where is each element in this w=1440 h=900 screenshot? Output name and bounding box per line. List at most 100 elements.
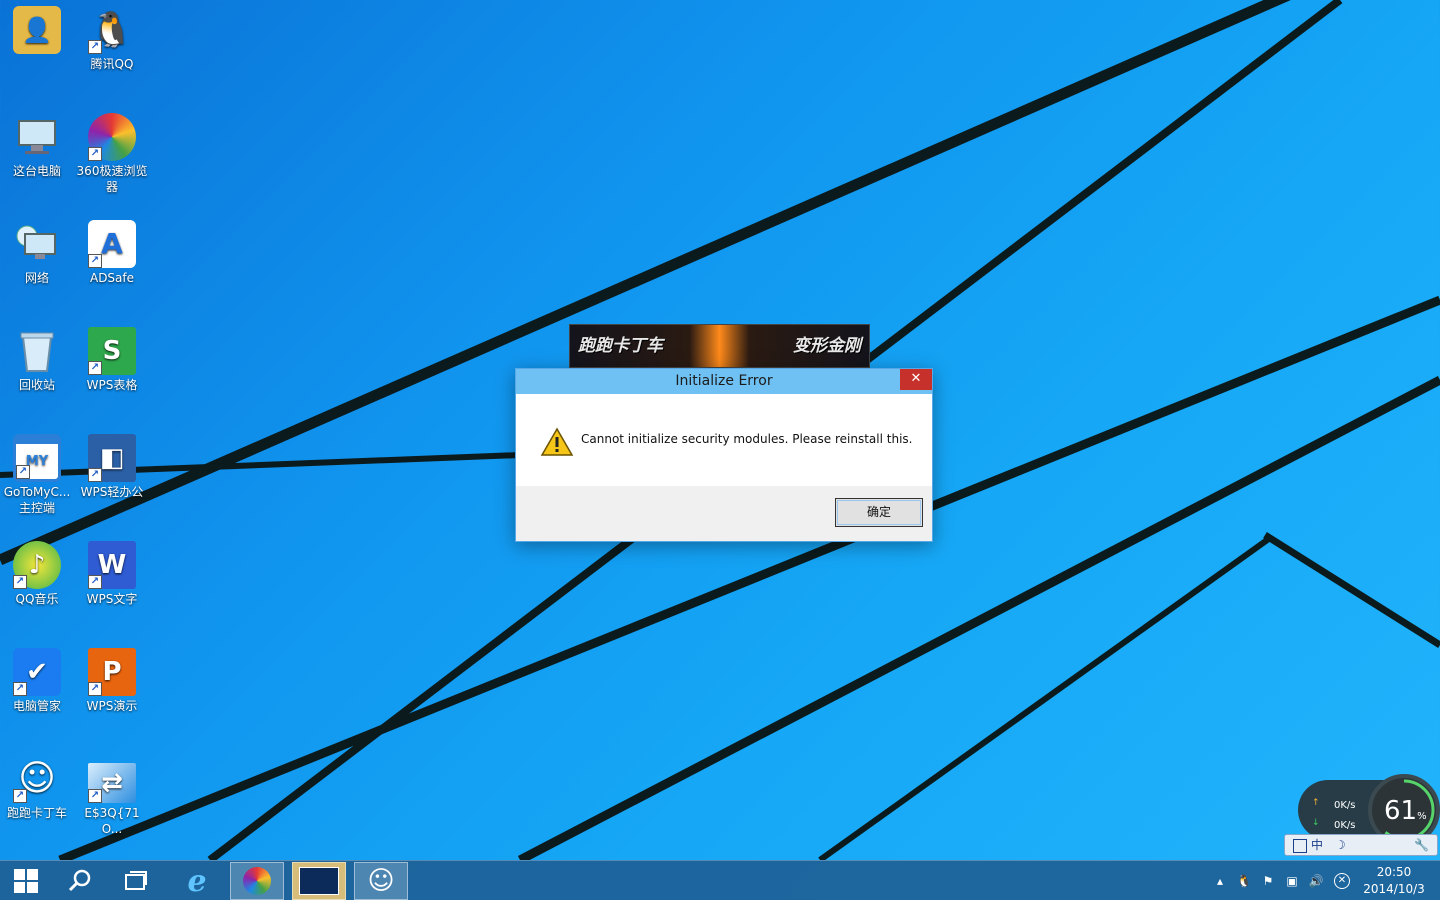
- shortcut-arrow-icon: ↗: [88, 254, 102, 268]
- desktop-icon-qq[interactable]: 🐧 ↗ 腾讯QQ: [75, 6, 149, 72]
- desktop-icon-adsafe[interactable]: A ↗ ADSafe: [75, 220, 149, 286]
- desktop-icon-label: 网络: [24, 271, 49, 285]
- taskbar-app-window[interactable]: [292, 862, 346, 900]
- shortcut-arrow-icon: ↗: [13, 789, 27, 803]
- desktop-icon-label: QQ音乐: [15, 592, 59, 606]
- network-icon: [13, 220, 61, 268]
- shortcut-arrow-icon: ↗: [13, 575, 27, 589]
- desktop-icon-wps-presentation[interactable]: P ↗ WPS演示: [75, 648, 149, 714]
- close-circle-icon[interactable]: ✕: [1334, 873, 1350, 889]
- game-splash-banner: 跑跑卡丁车 变形金刚: [569, 324, 870, 368]
- download-arrow-icon: ↓: [1312, 818, 1320, 828]
- gotomycloud-icon: MY ↗: [13, 434, 61, 482]
- splash-right-title: 变形金刚: [793, 336, 861, 356]
- adsafe-shield-icon: A ↗: [88, 220, 136, 268]
- desktop-icon-label: 腾讯QQ: [90, 57, 134, 71]
- volume-icon[interactable]: 🔊: [1308, 873, 1324, 889]
- desktop-icon-remote-file[interactable]: ⇄ ↗ E$3Q{71O...: [75, 755, 149, 837]
- shortcut-arrow-icon: ↗: [88, 40, 102, 54]
- download-rate: 0K/s: [1334, 820, 1356, 831]
- desktop-icon-label: WPS轻办公: [80, 485, 144, 499]
- shortcut-arrow-icon: ↗: [88, 147, 102, 161]
- desktop-icon-this-pc[interactable]: 这台电脑: [0, 113, 74, 179]
- dialog-title: Initialize Error: [675, 373, 773, 389]
- qq-tray-icon[interactable]: 🐧: [1236, 873, 1252, 889]
- network-tray-icon[interactable]: ▣: [1284, 873, 1300, 889]
- desktop-icon-label: 电脑管家: [12, 699, 61, 713]
- memory-percent: 61%: [1384, 796, 1427, 826]
- shortcut-arrow-icon: ↗: [88, 468, 102, 482]
- windows-logo-icon: [14, 869, 38, 893]
- desktop-icon-kartrider[interactable]: ☺ ↗ 跑跑卡丁车: [0, 755, 74, 821]
- memory-percent-unit: %: [1417, 811, 1427, 822]
- action-center-flag-icon[interactable]: ⚑: [1260, 873, 1276, 889]
- search-icon: [68, 869, 91, 892]
- desktop-icon-label: WPS文字: [86, 592, 138, 606]
- ok-button[interactable]: 确定: [835, 498, 923, 527]
- desktop-icon-network[interactable]: 网络: [0, 220, 74, 286]
- show-hidden-icons-chevron-icon[interactable]: ▴: [1212, 873, 1228, 889]
- desktop-icon-wps-office-lite[interactable]: ◧ ↗ WPS轻办公: [75, 434, 149, 500]
- ime-logo-icon: [1293, 838, 1307, 853]
- desktop-icon-360-browser[interactable]: ↗ 360极速浏览器: [75, 113, 149, 195]
- taskbar-clock[interactable]: 20:50 2014/10/3: [1362, 864, 1426, 898]
- ime-mode-label: 中: [1311, 838, 1324, 852]
- wps-office-lite-icon: ◧ ↗: [88, 434, 136, 482]
- desktop-icon-gotomycloud[interactable]: MY ↗ GoToMyC... 主控端: [0, 434, 74, 516]
- recycle-bin-icon: [13, 327, 61, 375]
- desktop-icon-label: E$3Q{71O...: [84, 806, 140, 836]
- internet-explorer-button[interactable]: e: [176, 861, 218, 900]
- error-dialog: Initialize Error ✕ Cannot initialize sec…: [515, 368, 933, 542]
- memory-percent-value: 61: [1384, 796, 1418, 826]
- shortcut-arrow-icon: ↗: [88, 361, 102, 375]
- search-button[interactable]: [60, 861, 100, 900]
- ime-toolbar[interactable]: 中 ☽ 🔧: [1284, 834, 1438, 856]
- upload-rate: 0K/s: [1334, 800, 1356, 811]
- dialog-close-button[interactable]: ✕: [900, 369, 932, 390]
- desktop-icon-user-folder[interactable]: 👤: [0, 6, 74, 56]
- computer-icon: [13, 113, 61, 161]
- pc-manager-shield-icon: ✔ ↗: [13, 648, 61, 696]
- dialog-footer: 确定: [516, 486, 932, 541]
- taskbar: e ☺ ▴ 🐧 ⚑ ▣ 🔊 ✕ 20:50 2014/10/3: [0, 860, 1440, 900]
- dialog-message: Cannot initialize security modules. Plea…: [581, 432, 913, 446]
- desktop-icon-label: WPS表格: [86, 378, 138, 392]
- desktop-icon-pc-manager[interactable]: ✔ ↗ 电脑管家: [0, 648, 74, 714]
- taskbar-app-360-browser[interactable]: [230, 862, 284, 900]
- desktop-icon-label: 跑跑卡丁车: [6, 806, 67, 820]
- qq-music-icon: ♪ ↗: [13, 541, 61, 589]
- clock-time: 20:50: [1376, 865, 1412, 879]
- ime-wrench-icon: 🔧: [1414, 838, 1429, 852]
- desktop-icon-recycle-bin[interactable]: 回收站: [0, 327, 74, 393]
- qq-penguin-icon: 🐧 ↗: [88, 6, 136, 54]
- start-button[interactable]: [6, 861, 46, 900]
- 360-browser-icon: [243, 867, 271, 895]
- network-speed-widget[interactable]: ↑ ↓ 0K/s 0K/s 61%: [1298, 774, 1440, 846]
- system-tray: ▴ 🐧 ⚑ ▣ 🔊 ✕ 20:50 2014/10/3: [1200, 861, 1440, 900]
- 360-browser-icon: ↗: [88, 113, 136, 161]
- upload-arrow-icon: ↑: [1312, 798, 1320, 808]
- desktop-icon-label: ADSafe: [89, 271, 135, 285]
- dialog-body: Cannot initialize security modules. Plea…: [516, 394, 932, 486]
- task-view-button[interactable]: [116, 861, 156, 900]
- desktop-icon-label: 360极速浏览器: [76, 164, 148, 194]
- user-folder-icon: 👤: [13, 6, 61, 54]
- shortcut-arrow-icon: ↗: [16, 465, 30, 479]
- shortcut-arrow-icon: ↗: [88, 789, 102, 803]
- clock-date: 2014/10/3: [1363, 882, 1425, 896]
- shortcut-arrow-icon: ↗: [88, 575, 102, 589]
- desktop-icon-label: 这台电脑: [12, 164, 61, 178]
- splash-left-title: 跑跑卡丁车: [578, 336, 663, 356]
- desktop-icon-wps-spreadsheet[interactable]: S ↗ WPS表格: [75, 327, 149, 393]
- taskbar-app-kartrider[interactable]: ☺: [354, 862, 408, 900]
- kartrider-icon: ☺: [367, 866, 395, 896]
- desktop-icon-label: WPS演示: [86, 699, 138, 713]
- wps-spreadsheet-icon: S ↗: [88, 327, 136, 375]
- internet-explorer-icon: e: [187, 863, 207, 899]
- desktop-icon-qq-music[interactable]: ♪ ↗ QQ音乐: [0, 541, 74, 607]
- dialog-titlebar[interactable]: Initialize Error ✕: [516, 369, 932, 394]
- remote-desktop-icon: ⇄ ↗: [88, 763, 136, 803]
- warning-icon: [540, 427, 574, 456]
- window-thumbnail-icon: [299, 867, 339, 895]
- desktop-icon-wps-writer[interactable]: W ↗ WPS文字: [75, 541, 149, 607]
